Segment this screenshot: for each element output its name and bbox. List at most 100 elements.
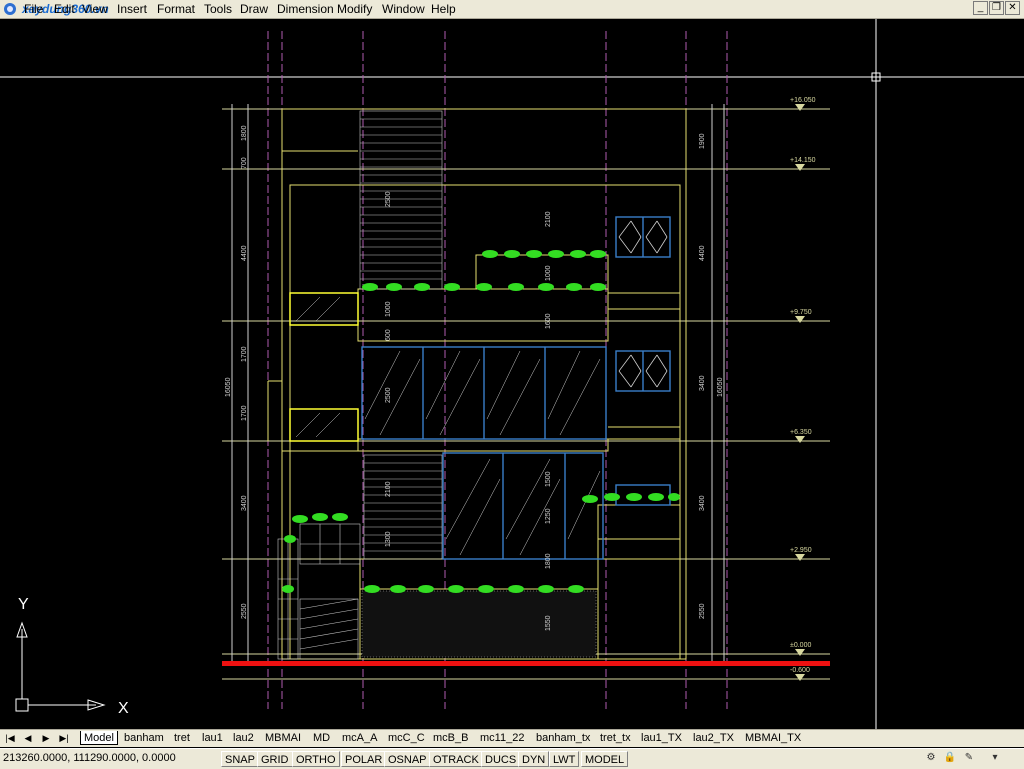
level-label: ±0.000 (790, 642, 811, 649)
level-label: +6.350 (790, 429, 812, 436)
dim-text: 1250 (545, 508, 552, 524)
tab-lau1[interactable]: lau1 (199, 731, 226, 745)
tab-last-button[interactable]: ▶| (56, 731, 72, 745)
balcony-upper (289, 292, 359, 326)
dim-text: 3400 (241, 495, 248, 511)
status-bar: 213260.0000, 111290.0000, 0.0000 SNAP GR… (0, 748, 1024, 769)
tab-mca-a[interactable]: mcA_A (339, 731, 380, 745)
tab-next-button[interactable]: ▶ (38, 731, 54, 745)
dim-text: 1000 (545, 265, 552, 281)
plants (282, 250, 680, 593)
ground-line (222, 661, 830, 666)
menu-tools[interactable]: Tools (202, 1, 234, 17)
tab-model[interactable]: Model (80, 731, 118, 745)
dim-text: 1700 (241, 346, 248, 362)
dim-text: 3400 (699, 495, 706, 511)
menu-edit[interactable]: Edit (52, 1, 77, 17)
ucs-x-label: X (118, 700, 129, 717)
dim-total-left: 16050 (225, 377, 232, 397)
level-label: +2.950 (790, 547, 812, 554)
lwt-toggle[interactable]: LWT (549, 751, 580, 767)
dim-text: 2500 (385, 191, 392, 207)
grid-toggle[interactable]: GRID (257, 751, 293, 767)
dim-text: 2550 (241, 603, 248, 619)
tab-mcb-b[interactable]: mcB_B (430, 731, 471, 745)
menu-file[interactable]: File (22, 1, 45, 17)
dim-text: 1600 (545, 313, 552, 329)
dim-text: 2500 (385, 387, 392, 403)
left-dimension-texts: 1800 700 4400 1700 1700 3400 2550 16050 (225, 125, 248, 619)
gate-fill (361, 590, 597, 658)
dim-text: 700 (241, 157, 248, 169)
ortho-toggle[interactable]: ORTHO (292, 751, 340, 767)
drawing-canvas[interactable]: +16.050 +14.150 +9.750 +6.350 +2.950 ±0.… (0, 19, 1024, 729)
dyn-toggle[interactable]: DYN (518, 751, 550, 767)
dim-text: 3400 (699, 375, 706, 391)
tab-lau2-tx[interactable]: lau2_TX (690, 731, 737, 745)
polar-toggle[interactable]: POLAR (341, 751, 387, 767)
menu-window[interactable]: Window (380, 1, 427, 17)
dim-text: 2100 (385, 481, 392, 497)
layout-tab-bar: |◀ ◀ ▶ ▶| Model banham tret lau1 lau2 MB… (0, 729, 1024, 747)
otrack-toggle[interactable]: OTRACK (429, 751, 483, 767)
osnap-toggle[interactable]: OSNAP (384, 751, 431, 767)
dim-text: 2550 (699, 603, 706, 619)
level-labels: +16.050 +14.150 +9.750 +6.350 +2.950 ±0.… (790, 97, 816, 681)
tab-mbmai-tx[interactable]: MBMAI_TX (742, 731, 804, 745)
tab-md[interactable]: MD (310, 731, 333, 745)
menu-insert[interactable]: Insert (115, 1, 149, 17)
glass-facade (361, 216, 671, 560)
tab-mbmai[interactable]: MBMAI (262, 731, 304, 745)
close-button[interactable]: ✕ (1005, 1, 1020, 15)
dim-text: 1900 (699, 133, 706, 149)
menu-format[interactable]: Format (155, 1, 197, 17)
menu-dimension[interactable]: Dimension (275, 1, 336, 17)
dim-text: 1300 (385, 531, 392, 547)
lock-icon[interactable]: 🔒 (943, 752, 957, 765)
stair-hatch (359, 110, 443, 560)
drawing-svg: +16.050 +14.150 +9.750 +6.350 +2.950 ±0.… (0, 19, 1024, 729)
level-label: +16.050 (790, 97, 816, 104)
tab-first-button[interactable]: |◀ (2, 731, 18, 745)
menu-draw[interactable]: Draw (238, 1, 270, 17)
dim-text: 1000 (385, 301, 392, 317)
dim-text: 1800 (545, 553, 552, 569)
dim-text: 1700 (241, 405, 248, 421)
level-label: +9.750 (790, 309, 812, 316)
dim-text: 4400 (699, 245, 706, 261)
tab-tret-tx[interactable]: tret_tx (597, 731, 634, 745)
tab-lau2[interactable]: lau2 (230, 731, 257, 745)
app-logo-icon[interactable] (2, 1, 20, 17)
tab-tret[interactable]: tret (171, 731, 193, 745)
ucs-y-label: Y (18, 596, 29, 613)
balcony-lower (289, 408, 359, 442)
coordinate-readout: 213260.0000, 111290.0000, 0.0000 (3, 752, 176, 764)
communication-center-icon[interactable]: ⚙ (924, 752, 938, 765)
dim-text: 4400 (241, 245, 248, 261)
tab-banham[interactable]: banham (121, 731, 167, 745)
minimize-button[interactable]: _ (973, 1, 988, 15)
tab-banham-tx[interactable]: banham_tx (533, 731, 593, 745)
menu-help[interactable]: Help (429, 1, 458, 17)
tab-mcc-c[interactable]: mcC_C (385, 731, 428, 745)
dim-text: 600 (385, 329, 392, 341)
ucs-icon (15, 621, 106, 712)
dim-text: 1550 (545, 615, 552, 631)
menu-bar: xaydung360.vn File Edit View Insert Form… (0, 0, 1024, 19)
model-toggle[interactable]: MODEL (581, 751, 629, 767)
dim-total-right: 16050 (717, 377, 724, 397)
ducs-toggle[interactable]: DUCS (481, 751, 521, 767)
level-label: -0.600 (790, 667, 810, 674)
tab-prev-button[interactable]: ◀ (20, 731, 36, 745)
tab-lau1-tx[interactable]: lau1_TX (638, 731, 685, 745)
clean-screen-icon[interactable]: ▾ (988, 752, 1002, 765)
restore-button[interactable]: ❐ (989, 1, 1004, 15)
menu-view[interactable]: View (80, 1, 110, 17)
snap-toggle[interactable]: SNAP (221, 751, 259, 767)
menu-modify[interactable]: Modify (335, 1, 374, 17)
tray-settings-icon[interactable]: ✎ (962, 752, 976, 765)
level-label: +14.150 (790, 157, 816, 164)
dim-text: 1500 (545, 471, 552, 487)
dim-text: 2100 (545, 211, 552, 227)
tab-mc11-22[interactable]: mc11_22 (477, 731, 527, 745)
